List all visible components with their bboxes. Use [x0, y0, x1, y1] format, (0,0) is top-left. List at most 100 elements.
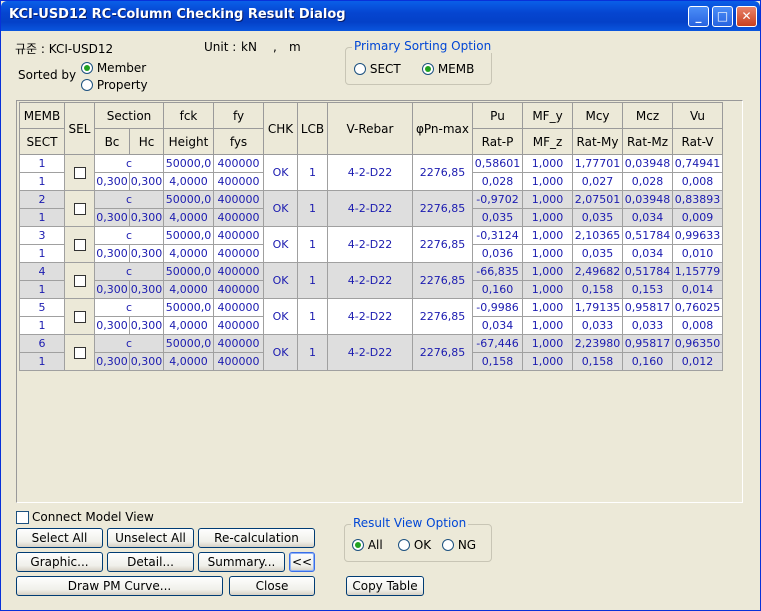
rebar-cell: 4-2-D22 — [327, 190, 413, 227]
mfy-cell: 1,000 — [522, 190, 573, 209]
sort-memb-radio[interactable]: MEMB — [422, 62, 474, 76]
fck-cell: 50000,0 — [163, 154, 214, 173]
radio-unchecked-icon — [398, 539, 410, 551]
connect-model-view-checkbox[interactable] — [16, 511, 29, 524]
col-header-pnmax[interactable]: φPn-max — [412, 102, 473, 155]
col-header-ratp[interactable]: Rat-P — [472, 128, 523, 155]
col-header-vu[interactable]: Vu — [672, 102, 723, 129]
unit-force: kN — [241, 40, 257, 54]
lcb-cell: 1 — [297, 298, 328, 335]
rebar-cell: 4-2-D22 — [327, 262, 413, 299]
sort-member-radio[interactable]: Member — [81, 61, 146, 75]
bc-cell: 0,300 — [94, 280, 130, 299]
col-header-mcy[interactable]: Mcy — [572, 102, 623, 129]
radio-checked-icon — [422, 63, 434, 75]
shape-cell: c — [94, 298, 164, 317]
memb-cell: 3 — [19, 226, 65, 245]
select-row-checkbox[interactable] — [73, 167, 86, 179]
select-row-checkbox[interactable] — [73, 311, 86, 323]
col-header-mfz[interactable]: MF_z — [522, 128, 573, 155]
col-header-height[interactable]: Height — [163, 128, 214, 155]
col-header-memb[interactable]: MEMB — [19, 102, 65, 129]
close-button[interactable]: Close — [229, 576, 315, 596]
select-row-checkbox[interactable] — [73, 239, 86, 251]
col-header-section[interactable]: Section — [94, 102, 164, 129]
title-bar[interactable]: KCI-USD12 RC-Column Checking Result Dial… — [1, 1, 760, 31]
col-header-sel[interactable]: SEL — [64, 102, 95, 155]
pu-cell: -0,9986 — [472, 298, 523, 317]
col-header-mfy[interactable]: MF_y — [522, 102, 573, 129]
col-header-vrebar[interactable]: V-Rebar — [327, 102, 413, 155]
col-header-hc[interactable]: Hc — [129, 128, 164, 155]
view-ng-radio[interactable]: NG — [442, 538, 476, 552]
view-all-radio[interactable]: All — [352, 538, 383, 552]
height-cell: 4,0000 — [163, 280, 214, 299]
table-row[interactable]: 6 c 50000,0 400000 OK 1 4-2-D22 2276,85 -67,446 1… — [19, 334, 723, 371]
close-icon[interactable]: ✕ — [736, 6, 757, 27]
rat-v-cell: 0,014 — [672, 280, 723, 299]
select-row-checkbox[interactable] — [73, 347, 86, 359]
col-header-pu[interactable]: Pu — [472, 102, 523, 129]
col-header-sect[interactable]: SECT — [19, 128, 65, 155]
memb-cell: 5 — [19, 298, 65, 317]
sort-sect-radio[interactable]: SECT — [354, 62, 401, 76]
col-header-lcb[interactable]: LCB — [297, 102, 328, 155]
vu-cell: 0,74941 — [672, 154, 723, 173]
fy-cell: 400000 — [213, 154, 264, 173]
sel-cell[interactable] — [64, 226, 95, 263]
col-header-fck[interactable]: fck — [163, 102, 214, 129]
fys-cell: 400000 — [213, 172, 264, 191]
mfz-cell: 1,000 — [522, 208, 573, 227]
sect-cell: 1 — [19, 316, 65, 335]
col-header-bc[interactable]: Bc — [94, 128, 130, 155]
col-header-mcz[interactable]: Mcz — [622, 102, 673, 129]
col-header-fys[interactable]: fys — [213, 128, 264, 155]
sel-cell[interactable] — [64, 334, 95, 371]
draw-pm-curve-button[interactable]: Draw PM Curve... — [16, 576, 223, 596]
pn-max-cell: 2276,85 — [412, 154, 473, 191]
col-header-fy[interactable]: fy — [213, 102, 264, 129]
sort-property-radio[interactable]: Property — [81, 78, 148, 92]
sel-cell[interactable] — [64, 298, 95, 335]
unselect-all-button[interactable]: Unselect All — [107, 528, 194, 548]
results-table-panel[interactable]: MEMB SEL Section fck fy CHK LCB V-Rebar … — [16, 100, 743, 503]
table-row[interactable]: 1 c 50000,0 400000 OK 1 4-2-D22 2276,85 0,58601 1… — [19, 154, 723, 191]
col-header-ratmy[interactable]: Rat-My — [572, 128, 623, 155]
col-header-ratv[interactable]: Rat-V — [672, 128, 723, 155]
maximize-icon[interactable]: □ — [712, 6, 733, 27]
sel-cell[interactable] — [64, 154, 95, 191]
fys-cell: 400000 — [213, 244, 264, 263]
table-row[interactable]: 4 c 50000,0 400000 OK 1 4-2-D22 2276,85 -66,835 1… — [19, 262, 723, 299]
window-title: KCI-USD12 RC-Column Checking Result Dial… — [9, 7, 346, 22]
fys-cell: 400000 — [213, 208, 264, 227]
pn-max-cell: 2276,85 — [412, 262, 473, 299]
sort-memb-label: MEMB — [437, 62, 475, 76]
sort-member-label: Member — [96, 61, 147, 75]
select-all-button[interactable]: Select All — [16, 528, 103, 548]
collapse-button[interactable]: << — [289, 552, 315, 572]
table-row[interactable]: 3 c 50000,0 400000 OK 1 4-2-D22 2276,85 -0,3124 1… — [19, 226, 723, 263]
mfy-cell: 1,000 — [522, 226, 573, 245]
mfz-cell: 1,000 — [522, 316, 573, 335]
graphic-button[interactable]: Graphic... — [16, 552, 103, 572]
summary-button[interactable]: Summary... — [198, 552, 285, 572]
recalculation-button[interactable]: Re-calculation — [198, 528, 315, 548]
select-row-checkbox[interactable] — [73, 203, 86, 215]
sect-cell: 1 — [19, 280, 65, 299]
select-row-checkbox[interactable] — [73, 275, 86, 287]
sel-cell[interactable] — [64, 262, 95, 299]
view-ok-radio[interactable]: OK — [398, 538, 431, 552]
col-header-chk[interactable]: CHK — [263, 102, 298, 155]
shape-cell: c — [94, 226, 164, 245]
detail-button[interactable]: Detail... — [107, 552, 194, 572]
shape-cell: c — [94, 190, 164, 209]
rat-mz-cell: 0,028 — [622, 172, 673, 191]
col-header-ratmz[interactable]: Rat-Mz — [622, 128, 673, 155]
bc-cell: 0,300 — [94, 172, 130, 191]
table-row[interactable]: 2 c 50000,0 400000 OK 1 4-2-D22 2276,85 -0,9702 1… — [19, 190, 723, 227]
copy-table-button[interactable]: Copy Table — [346, 576, 424, 596]
minimize-icon[interactable]: _ — [688, 6, 709, 27]
sel-cell[interactable] — [64, 190, 95, 227]
table-row[interactable]: 5 c 50000,0 400000 OK 1 4-2-D22 2276,85 -0,9986 1… — [19, 298, 723, 335]
rat-v-cell: 0,012 — [672, 352, 723, 371]
